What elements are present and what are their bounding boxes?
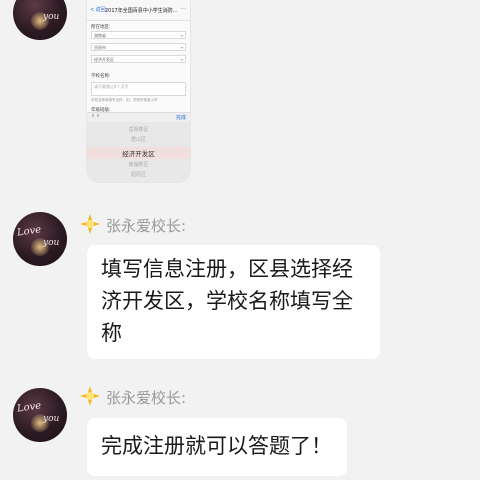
screenshot-picker-item: 南湖新区 <box>128 162 149 168</box>
screenshot-label-region: 所在地区: <box>91 25 111 30</box>
avatar[interactable]: Love you <box>13 388 67 442</box>
star-badge-center <box>86 220 94 228</box>
screenshot-picker-selected: 经济开发区 <box>122 150 155 158</box>
avatar-text-you: you <box>43 12 60 22</box>
message-line: 填写信息注册，区县选择经 <box>101 257 353 281</box>
screenshot-toolbar-nav: ∧ ∨ <box>91 113 100 119</box>
screenshot-field-value: 岳阳市 <box>94 45 106 50</box>
screenshot-keyboard-toolbar: ∧ ∨ 完成 <box>87 112 190 122</box>
screenshot-nav-bar: < 返回 2017年全国百县中小学生消防... ··· <box>87 0 190 21</box>
chevron-down-icon: ▾ <box>180 33 183 38</box>
chevron-down-icon: ▾ <box>180 57 183 62</box>
screenshot-picker: 岳阳楼区 君山区 经济开发区 南湖新区 屈原区 <box>87 122 190 182</box>
screenshot-school-input: 请不要超过4个汉字 <box>91 82 186 96</box>
message-line: 完成注册就可以答题了！ <box>101 434 332 458</box>
sender-name: 张永爱校长: <box>106 217 187 235</box>
screenshot-picker-item: 君山区 <box>130 137 146 143</box>
screenshot-note: 学校名称请填写全称，如：岳阳市某某小学 <box>91 98 158 102</box>
message-line: 称 <box>101 321 122 345</box>
avatar[interactable]: Love you <box>13 212 67 266</box>
screenshot-menu-icon: ··· <box>180 6 186 13</box>
screenshot-title: 2017年全国百县中小学生消防... <box>105 8 178 14</box>
screenshot-picker-item: 屈原区 <box>130 172 146 178</box>
screenshot-field-province: 湖南省 ▾ <box>91 31 186 39</box>
screenshot-field-district: 经济开发区 ▾ <box>91 55 186 63</box>
avatar-text-love: Love <box>16 400 42 415</box>
chevron-down-icon: ▾ <box>180 45 183 50</box>
sender-name: 张永爱校长: <box>106 389 187 407</box>
screenshot-field-value: 经济开发区 <box>94 57 114 62</box>
image-message-screenshot[interactable]: < 返回 2017年全国百县中小学生消防... ··· 所在地区: 湖南省 ▾ 岳… <box>87 0 190 182</box>
avatar-text-you: you <box>43 238 60 248</box>
message-bubble[interactable]: 填写信息注册，区县选择经 济开发区，学校名称填写全 称 <box>87 245 380 359</box>
avatar-text-you: you <box>43 414 60 424</box>
avatar-text-love: Love <box>16 224 42 239</box>
screenshot-label-school: 学校名称: <box>91 74 111 79</box>
screenshot-back-link: < 返回 <box>90 7 106 13</box>
avatar[interactable]: you <box>13 0 67 40</box>
screenshot-toolbar-done: 完成 <box>175 115 186 121</box>
screenshot-field-city: 岳阳市 ▾ <box>91 43 186 51</box>
message-bubble[interactable]: 完成注册就可以答题了！ <box>87 418 347 476</box>
screenshot-form: 所在地区: 湖南省 ▾ 岳阳市 ▾ 经济开发区 ▾ 学校名称: 请不要超过4个汉字 学… <box>87 21 190 121</box>
message-line: 济开发区，学校名称填写全 <box>101 289 353 313</box>
screenshot-field-value: 湖南省 <box>94 33 106 38</box>
screenshot-picker-item: 岳阳楼区 <box>128 127 149 133</box>
star-badge-center <box>86 392 94 400</box>
